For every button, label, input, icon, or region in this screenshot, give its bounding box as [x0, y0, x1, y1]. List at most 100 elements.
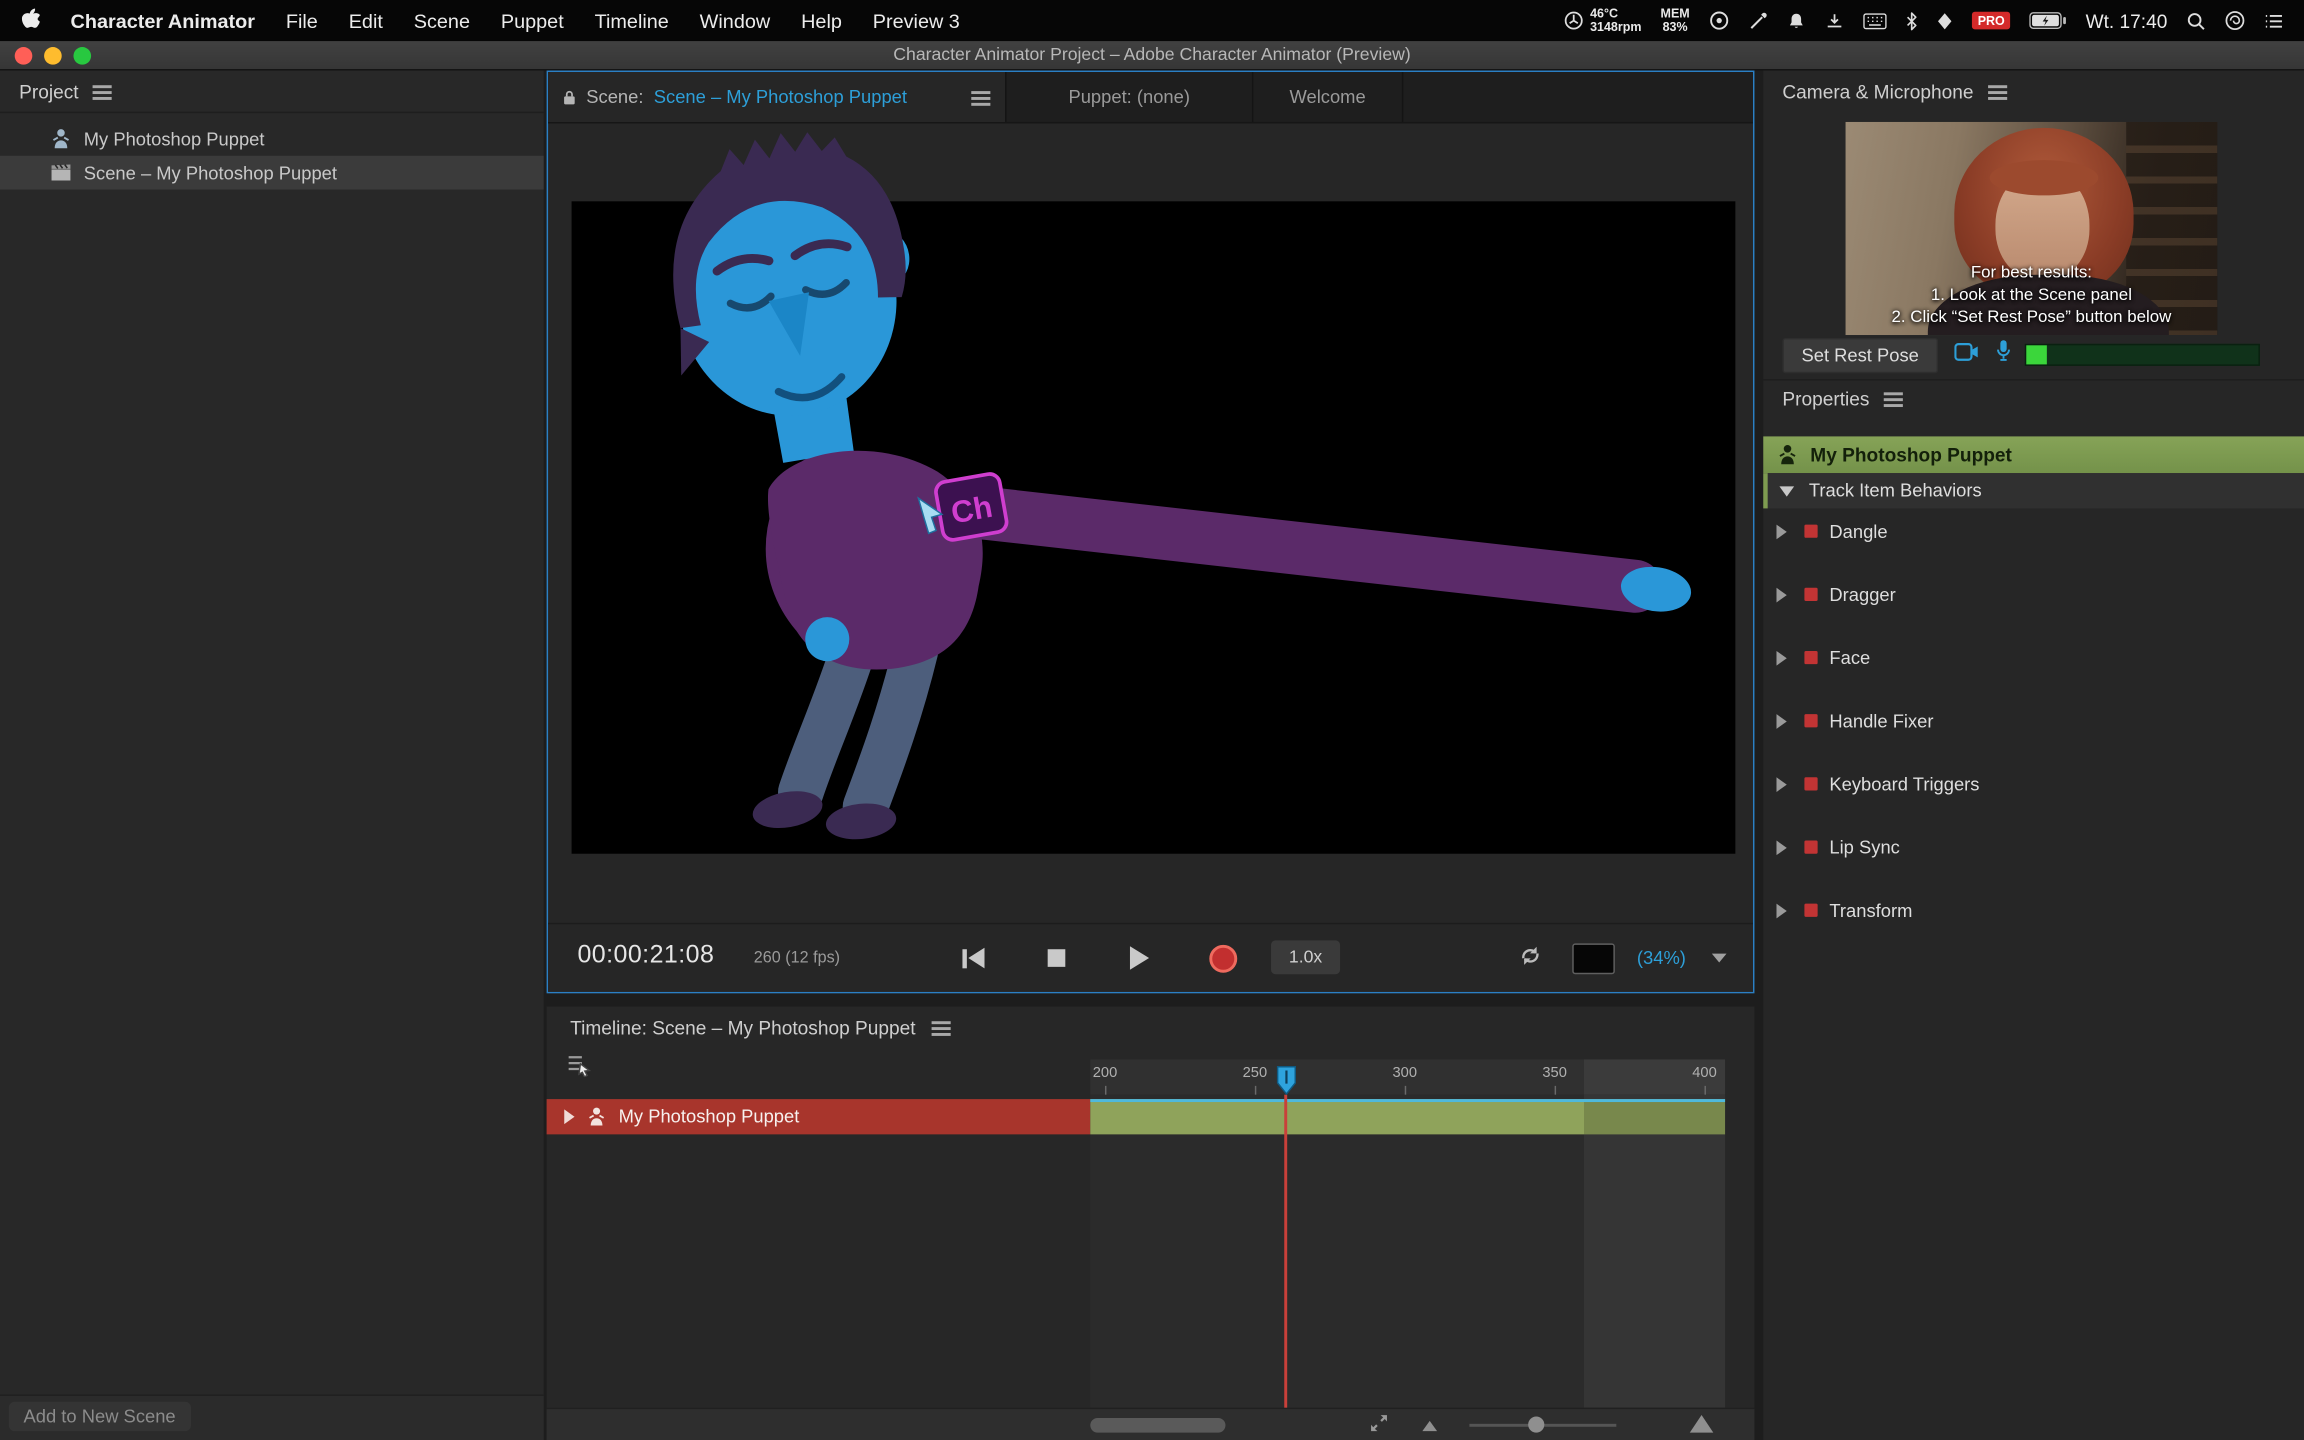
download-icon[interactable] — [1825, 11, 1844, 30]
camera-toggle-icon[interactable] — [1954, 342, 1979, 368]
timeline-ruler[interactable] — [1090, 1059, 1584, 1094]
puppet-character[interactable]: Ch — [548, 72, 1753, 924]
pro-badge[interactable]: PRO — [1972, 12, 2011, 30]
behavior-record-icon[interactable] — [1804, 588, 1817, 601]
menu-bar: Character Animator File Edit Scene Puppe… — [0, 0, 2304, 41]
behavior-expand-icon[interactable] — [1776, 524, 1786, 539]
scene-panel: Scene: Scene – My Photoshop Puppet Puppe… — [547, 71, 1755, 994]
fit-timeline-icon[interactable] — [1369, 1414, 1388, 1440]
add-to-new-scene-button[interactable]: Add to New Scene — [9, 1402, 191, 1431]
menu-clock[interactable]: Wt. 17:40 — [2086, 10, 2168, 32]
camera-properties-panel: Camera & Microphone For best results: 1.… — [1763, 71, 2304, 1440]
playhead-marker[interactable] — [1275, 1065, 1297, 1103]
app-menu-title[interactable]: Character Animator — [71, 10, 255, 32]
timeline-zoom-slider-thumb[interactable] — [1528, 1416, 1544, 1432]
window-title-bar[interactable]: Character Animator Project – Adobe Chara… — [0, 41, 2304, 70]
behavior-row-keyboard-triggers[interactable]: Keyboard Triggers — [1763, 752, 2304, 815]
panel-menu-icon[interactable] — [1988, 83, 2007, 99]
ruler-tick-label: 400 — [1692, 1065, 1717, 1081]
behavior-expand-icon[interactable] — [1776, 713, 1786, 728]
diamond-status-icon[interactable] — [1937, 11, 1953, 30]
zoom-level-button[interactable]: (34%) — [1637, 948, 1686, 969]
zoom-window-button[interactable] — [73, 47, 91, 65]
behavior-expand-icon[interactable] — [1776, 903, 1786, 918]
behavior-expand-icon[interactable] — [1776, 587, 1786, 602]
play-button[interactable] — [1130, 946, 1149, 970]
project-item-puppet[interactable]: My Photoshop Puppet — [0, 122, 544, 156]
panel-menu-icon[interactable] — [1884, 391, 1903, 407]
minimize-window-button[interactable] — [44, 47, 62, 65]
playhead-line[interactable] — [1284, 1095, 1287, 1408]
battery-icon[interactable] — [2030, 12, 2067, 30]
behavior-record-icon[interactable] — [1804, 777, 1817, 790]
notification-center-icon[interactable] — [2264, 12, 2283, 28]
timeline-track-area[interactable] — [1090, 1095, 1584, 1408]
siri-icon[interactable] — [2225, 10, 2246, 31]
section-collapse-icon[interactable] — [1779, 486, 1794, 496]
go-to-start-button[interactable] — [962, 948, 984, 969]
spotlight-search-icon[interactable] — [2186, 11, 2205, 30]
record-button[interactable] — [1209, 945, 1237, 973]
menu-puppet[interactable]: Puppet — [501, 10, 564, 32]
bluetooth-icon[interactable] — [1906, 11, 1918, 30]
menu-window[interactable]: Window — [700, 10, 771, 32]
timeline-scrollbar-thumb[interactable] — [1090, 1418, 1225, 1433]
puppet-icon — [50, 128, 72, 150]
menu-file[interactable]: File — [286, 10, 318, 32]
dial-status-icon[interactable] — [1709, 10, 1730, 31]
behavior-label: Handle Fixer — [1829, 710, 1933, 731]
timeline-header: Timeline: Scene – My Photoshop Puppet — [547, 1007, 1755, 1050]
background-color-swatch[interactable] — [1572, 943, 1615, 974]
behavior-record-icon[interactable] — [1804, 651, 1817, 664]
keyboard-icon[interactable] — [1863, 12, 1887, 28]
audio-level-fill — [2026, 345, 2047, 364]
behavior-row-dangle[interactable]: Dangle — [1763, 500, 2304, 563]
behaviors-list: Dangle Dragger Face Handle Fixer — [1763, 500, 2304, 942]
menu-preview3[interactable]: Preview 3 — [873, 10, 960, 32]
behavior-record-icon[interactable] — [1804, 714, 1817, 727]
track-expand-icon[interactable] — [564, 1109, 574, 1124]
close-window-button[interactable] — [15, 47, 33, 65]
playback-speed-button[interactable]: 1.0x — [1271, 940, 1340, 974]
behavior-row-transform[interactable]: Transform — [1763, 879, 2304, 942]
panel-menu-icon[interactable] — [932, 1020, 951, 1036]
stop-button[interactable] — [1048, 949, 1066, 967]
behavior-record-icon[interactable] — [1804, 840, 1817, 853]
behavior-label: Dangle — [1829, 521, 1887, 542]
menu-timeline[interactable]: Timeline — [595, 10, 669, 32]
notification-bell-icon[interactable] — [1787, 11, 1806, 30]
behavior-row-face[interactable]: Face — [1763, 626, 2304, 689]
behavior-row-handle-fixer[interactable]: Handle Fixer — [1763, 689, 2304, 752]
recorded-take-bar[interactable] — [1090, 1099, 1725, 1134]
zoom-dropdown-caret-icon[interactable] — [1712, 954, 1727, 963]
ch-badge-label: Ch — [948, 489, 995, 531]
set-rest-pose-button[interactable]: Set Rest Pose — [1782, 338, 1938, 373]
timecode-display[interactable]: 00:00:21:08 — [577, 940, 714, 969]
menu-edit[interactable]: Edit — [349, 10, 383, 32]
pencil-tool-icon[interactable] — [1748, 11, 1767, 30]
apple-menu-icon[interactable] — [21, 7, 40, 35]
zoom-in-icon[interactable] — [1690, 1415, 1714, 1433]
behavior-expand-icon[interactable] — [1776, 777, 1786, 792]
properties-selected-item[interactable]: My Photoshop Puppet — [1763, 436, 2304, 473]
behavior-record-icon[interactable] — [1804, 904, 1817, 917]
menu-scene[interactable]: Scene — [414, 10, 470, 32]
section-label: Track Item Behaviors — [1809, 480, 1982, 501]
behavior-row-dragger[interactable]: Dragger — [1763, 563, 2304, 626]
behavior-expand-icon[interactable] — [1776, 840, 1786, 855]
track-header-my-photoshop-puppet[interactable]: My Photoshop Puppet — [547, 1099, 1091, 1134]
panel-menu-icon[interactable] — [93, 83, 112, 99]
menu-help[interactable]: Help — [801, 10, 842, 32]
timeline-track-area-overflow[interactable] — [1584, 1095, 1725, 1408]
memory-status[interactable]: MEM83% — [1661, 7, 1690, 35]
fan-temp-status[interactable]: 46°C3148rpm — [1564, 7, 1642, 35]
behavior-record-icon[interactable] — [1804, 525, 1817, 538]
timeline-title: Timeline: Scene – My Photoshop Puppet — [570, 1017, 915, 1039]
behavior-expand-icon[interactable] — [1776, 650, 1786, 665]
behavior-row-lip-sync[interactable]: Lip Sync — [1763, 816, 2304, 879]
track-options-icon[interactable] — [567, 1054, 593, 1085]
zoom-out-icon[interactable] — [1422, 1421, 1437, 1431]
project-item-scene[interactable]: Scene – My Photoshop Puppet — [0, 156, 544, 190]
loop-toggle-button[interactable] — [1518, 945, 1543, 974]
microphone-toggle-icon[interactable] — [1995, 339, 2011, 368]
